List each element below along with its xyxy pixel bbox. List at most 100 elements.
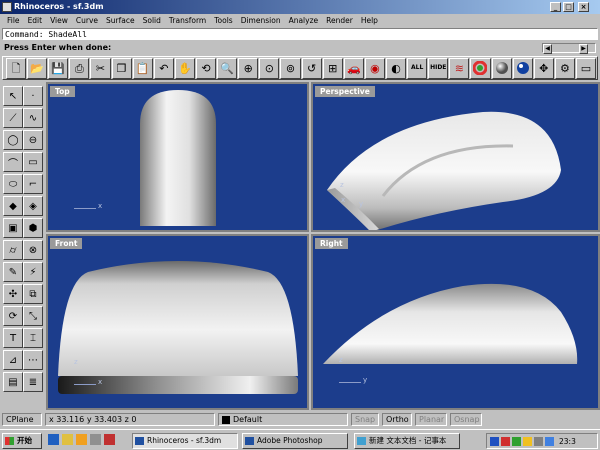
layer-icon[interactable]: ◐ (385, 57, 407, 79)
tray-app-icon[interactable] (523, 436, 532, 446)
curve-icon[interactable]: ∿ (23, 108, 43, 128)
circle-3pt-icon[interactable]: ⊖ (23, 130, 43, 150)
color-wheel-icon[interactable] (470, 57, 491, 79)
status-layer[interactable]: Default (218, 413, 348, 426)
options-icon[interactable]: ⚙ (554, 57, 575, 79)
render-icon[interactable]: ◉ (364, 57, 385, 79)
save-icon[interactable]: 💾 (48, 57, 69, 79)
status-ortho[interactable]: Ortho (382, 413, 412, 426)
menu-transform[interactable]: Transform (165, 16, 210, 25)
zoom-icon[interactable]: 🔍 (217, 57, 238, 79)
settings-icon[interactable]: ✥ (533, 57, 554, 79)
ellipse-icon[interactable]: ⬭ (3, 174, 23, 194)
surface-icon[interactable]: ◆ (3, 196, 23, 216)
scale-icon[interactable]: ⤡ (23, 306, 43, 326)
copy-objects-icon[interactable]: ⧉ (23, 284, 43, 304)
zoom-window-icon[interactable]: ⊕ (238, 57, 259, 79)
viewport-right[interactable]: Right z y (311, 234, 600, 410)
menu-view[interactable]: View (46, 16, 72, 25)
folder-icon[interactable] (62, 434, 73, 445)
hatch-icon[interactable]: ≣ (23, 372, 43, 392)
globe-icon[interactable] (512, 57, 533, 79)
task-rhinoceros[interactable]: Rhinoceros - sf.3dm (132, 433, 238, 449)
fillet-icon[interactable]: ⌐ (23, 174, 43, 194)
polyline-icon[interactable]: ⟋ (3, 108, 23, 128)
loft-icon[interactable]: ◈ (23, 196, 43, 216)
viewport-perspective[interactable]: Perspective z y x (311, 82, 600, 232)
layers-stack-icon[interactable]: ≋ (449, 57, 470, 79)
boolean-icon[interactable]: ⊗ (23, 240, 43, 260)
paste-icon[interactable]: 📋 (132, 57, 153, 79)
copy-icon[interactable]: ❐ (111, 57, 132, 79)
properties-icon[interactable]: ▭ (575, 57, 597, 79)
zoom-selected-icon[interactable]: ⊚ (280, 57, 301, 79)
menu-file[interactable]: File (3, 16, 24, 25)
analyze-icon[interactable]: ⊿ (3, 350, 23, 370)
arc-icon[interactable]: ⌒ (3, 152, 23, 172)
hide-icon[interactable]: HIDE (428, 57, 449, 79)
quicklaunch-icon[interactable] (76, 434, 87, 445)
menu-solid[interactable]: Solid (139, 16, 165, 25)
print-icon[interactable]: ⎙ (69, 57, 90, 79)
menu-curve[interactable]: Curve (72, 16, 102, 25)
select-arrow-icon[interactable]: ↖ (3, 86, 23, 106)
cylinder-icon[interactable]: ⌭ (3, 240, 23, 260)
solid-icon[interactable]: ⬢ (23, 218, 43, 238)
menu-dimension[interactable]: Dimension (237, 16, 285, 25)
undo-icon[interactable]: ↶ (153, 57, 174, 79)
task-notepad[interactable]: 新建 文本文档 - 记事本 (354, 433, 460, 449)
rotate-icon[interactable]: ⟳ (3, 306, 23, 326)
scroll-left-button[interactable]: ◀ (543, 44, 552, 54)
maximize-button[interactable]: □ (563, 2, 574, 12)
status-cplane[interactable]: CPlane (2, 413, 42, 426)
command-scrollbar[interactable]: ◀ ▶ (542, 43, 596, 54)
split-icon[interactable]: ⚡ (23, 262, 43, 282)
status-planar[interactable]: Planar (415, 413, 447, 426)
task-photoshop[interactable]: Adobe Photoshop (242, 433, 348, 449)
rectangle-icon[interactable]: ▭ (23, 152, 43, 172)
status-osnap[interactable]: Osnap (450, 413, 482, 426)
circle-icon[interactable]: ◯ (3, 130, 23, 150)
menu-render[interactable]: Render (322, 16, 357, 25)
all-icon[interactable]: ALL (407, 57, 428, 79)
dimension-icon[interactable]: ⌶ (23, 328, 43, 348)
minimize-button[interactable]: _ (550, 2, 561, 12)
close-button[interactable]: × (578, 2, 589, 12)
viewport-front[interactable]: Front z x (46, 234, 309, 410)
menu-help[interactable]: Help (357, 16, 382, 25)
layer-panel-icon[interactable]: ▤ (3, 372, 23, 392)
four-viewports-icon[interactable]: ⊞ (322, 57, 343, 79)
sphere-icon[interactable] (491, 57, 512, 79)
menu-analyze[interactable]: Analyze (285, 16, 323, 25)
ie-icon[interactable] (48, 434, 59, 445)
start-button[interactable]: 开始 (2, 433, 42, 449)
tray-display-icon[interactable] (545, 436, 554, 446)
viewport-top[interactable]: Top x (46, 82, 309, 232)
status-snap[interactable]: Snap (351, 413, 379, 426)
grid-icon[interactable]: ⋯ (23, 350, 43, 370)
rotate-view-icon[interactable]: ⟲ (195, 57, 217, 79)
scroll-right-button[interactable]: ▶ (579, 44, 588, 54)
tray-ime-icon[interactable] (490, 436, 499, 446)
tray-network-icon[interactable] (512, 436, 521, 446)
tray-clock[interactable]: 23:3 (559, 437, 576, 446)
trim-icon[interactable]: ✎ (3, 262, 23, 282)
menu-surface[interactable]: Surface (102, 16, 139, 25)
cut-icon[interactable]: ✂ (90, 57, 111, 79)
new-icon[interactable]: 🗋 (6, 57, 27, 79)
move-icon[interactable]: ✣ (3, 284, 23, 304)
desktop-icon[interactable] (90, 434, 101, 445)
tray-antivirus-icon[interactable] (501, 436, 510, 446)
command-prompt[interactable]: Press Enter when done: (2, 42, 598, 54)
pan-icon[interactable]: ✋ (174, 57, 195, 79)
car-render-icon[interactable]: 🚗 (343, 57, 364, 79)
zoom-extents-icon[interactable]: ⊙ (259, 57, 280, 79)
media-icon[interactable] (104, 434, 115, 445)
menu-tools[interactable]: Tools (210, 16, 236, 25)
open-icon[interactable]: 📂 (27, 57, 48, 79)
menu-edit[interactable]: Edit (24, 16, 47, 25)
box-icon[interactable]: ▣ (3, 218, 23, 238)
tray-volume-icon[interactable] (534, 436, 543, 446)
point-icon[interactable]: · (23, 86, 43, 106)
text-icon[interactable]: T (3, 328, 23, 348)
